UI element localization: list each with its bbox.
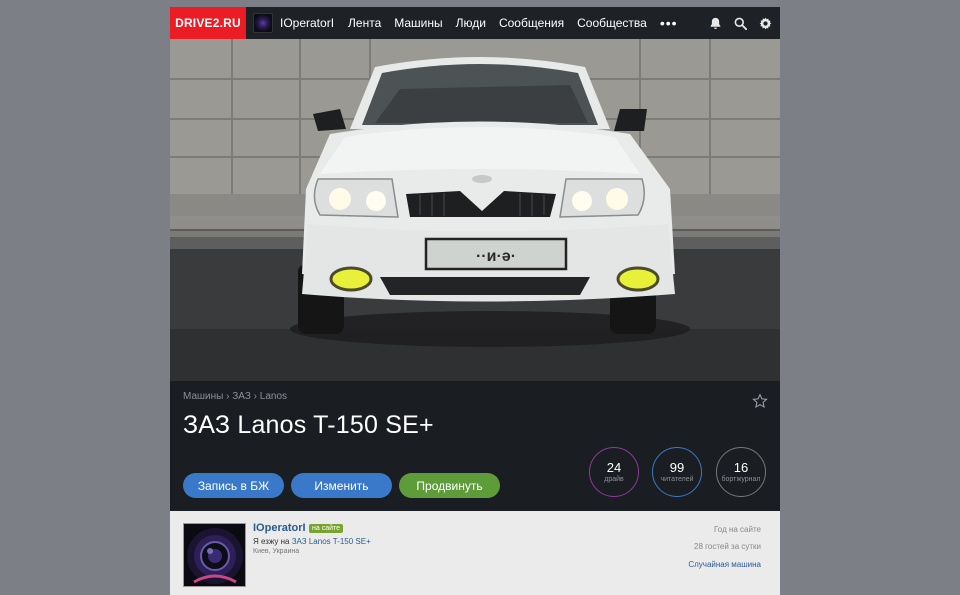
years-on-site: Год на сайте [714, 525, 761, 534]
stat-readers-value: 99 [669, 460, 685, 475]
nav-communities[interactable]: Сообщества [577, 16, 647, 30]
car-info: Машины › ЗАЗ › Lanos ЗАЗ Lanos T-150 SE+… [170, 381, 780, 511]
breadcrumb-separator: › [226, 391, 230, 402]
header-icons [697, 7, 772, 39]
random-car-link[interactable]: Случайная машина [688, 560, 761, 569]
online-badge: на сайте [309, 524, 344, 533]
gear-icon[interactable] [759, 17, 772, 30]
user-avatar[interactable] [253, 13, 273, 33]
stat-readers[interactable]: 99 читателей [652, 447, 702, 497]
owner-card: IOperatorI на сайте Я езжу на ЗАЗ Lanos … [170, 511, 780, 595]
stat-readers-label: читателей [660, 476, 694, 483]
site-logo[interactable]: DRIVE2.RU [170, 7, 246, 39]
owner-avatar[interactable] [183, 523, 246, 587]
car-title: ЗАЗ Lanos T-150 SE+ [183, 411, 434, 439]
nav-people[interactable]: Люди [456, 16, 486, 30]
licence-plate: ··и·ә· [476, 248, 516, 265]
stat-logbook-label: бортжурнал [721, 476, 761, 483]
owner-drives: Я езжу на ЗАЗ Lanos T-150 SE+ [253, 537, 371, 546]
nav-feed[interactable]: Лента [348, 16, 381, 30]
stat-logbook-value: 16 [733, 460, 749, 475]
drives-prefix: Я езжу на [253, 537, 290, 546]
promote-button[interactable]: Продвинуть [399, 473, 500, 498]
logbook-entry-button[interactable]: Запись в БЖ [183, 473, 284, 498]
edit-button[interactable]: Изменить [291, 473, 392, 498]
stat-drive-value: 24 [606, 460, 622, 475]
username-link[interactable]: IOperatorI [280, 16, 334, 30]
breadcrumb-model[interactable]: Lanos [260, 391, 287, 402]
breadcrumb-separator: › [253, 391, 257, 402]
owner-location: Киев, Украина [253, 548, 300, 555]
stat-drive[interactable]: 24 драйв [589, 447, 639, 497]
search-icon[interactable] [734, 17, 747, 30]
nav-cars[interactable]: Машины [394, 16, 442, 30]
page: DRIVE2.RU IOperatorI Лента Машины Люди С… [170, 7, 780, 595]
more-menu-button[interactable]: ••• [660, 15, 678, 31]
main-nav: Лента Машины Люди Сообщения Сообщества [348, 16, 660, 30]
owner-name-link[interactable]: IOperatorI [253, 522, 306, 534]
stat-logbook[interactable]: 16 бортжурнал [716, 447, 766, 497]
breadcrumb-brand[interactable]: ЗАЗ [232, 391, 251, 402]
car-photo[interactable]: ··и·ә· [170, 39, 780, 381]
owner-car-link[interactable]: ЗАЗ Lanos T-150 SE+ [292, 537, 371, 546]
top-bar: DRIVE2.RU IOperatorI Лента Машины Люди С… [170, 7, 780, 39]
breadcrumb: Машины › ЗАЗ › Lanos [183, 391, 287, 402]
guests-count: 28 гостей за сутки [694, 542, 761, 551]
breadcrumb-cars[interactable]: Машины [183, 391, 223, 402]
nav-messages[interactable]: Сообщения [499, 16, 564, 30]
stat-drive-label: драйв [604, 476, 624, 483]
bell-icon[interactable] [709, 17, 722, 30]
star-icon[interactable] [752, 393, 768, 414]
